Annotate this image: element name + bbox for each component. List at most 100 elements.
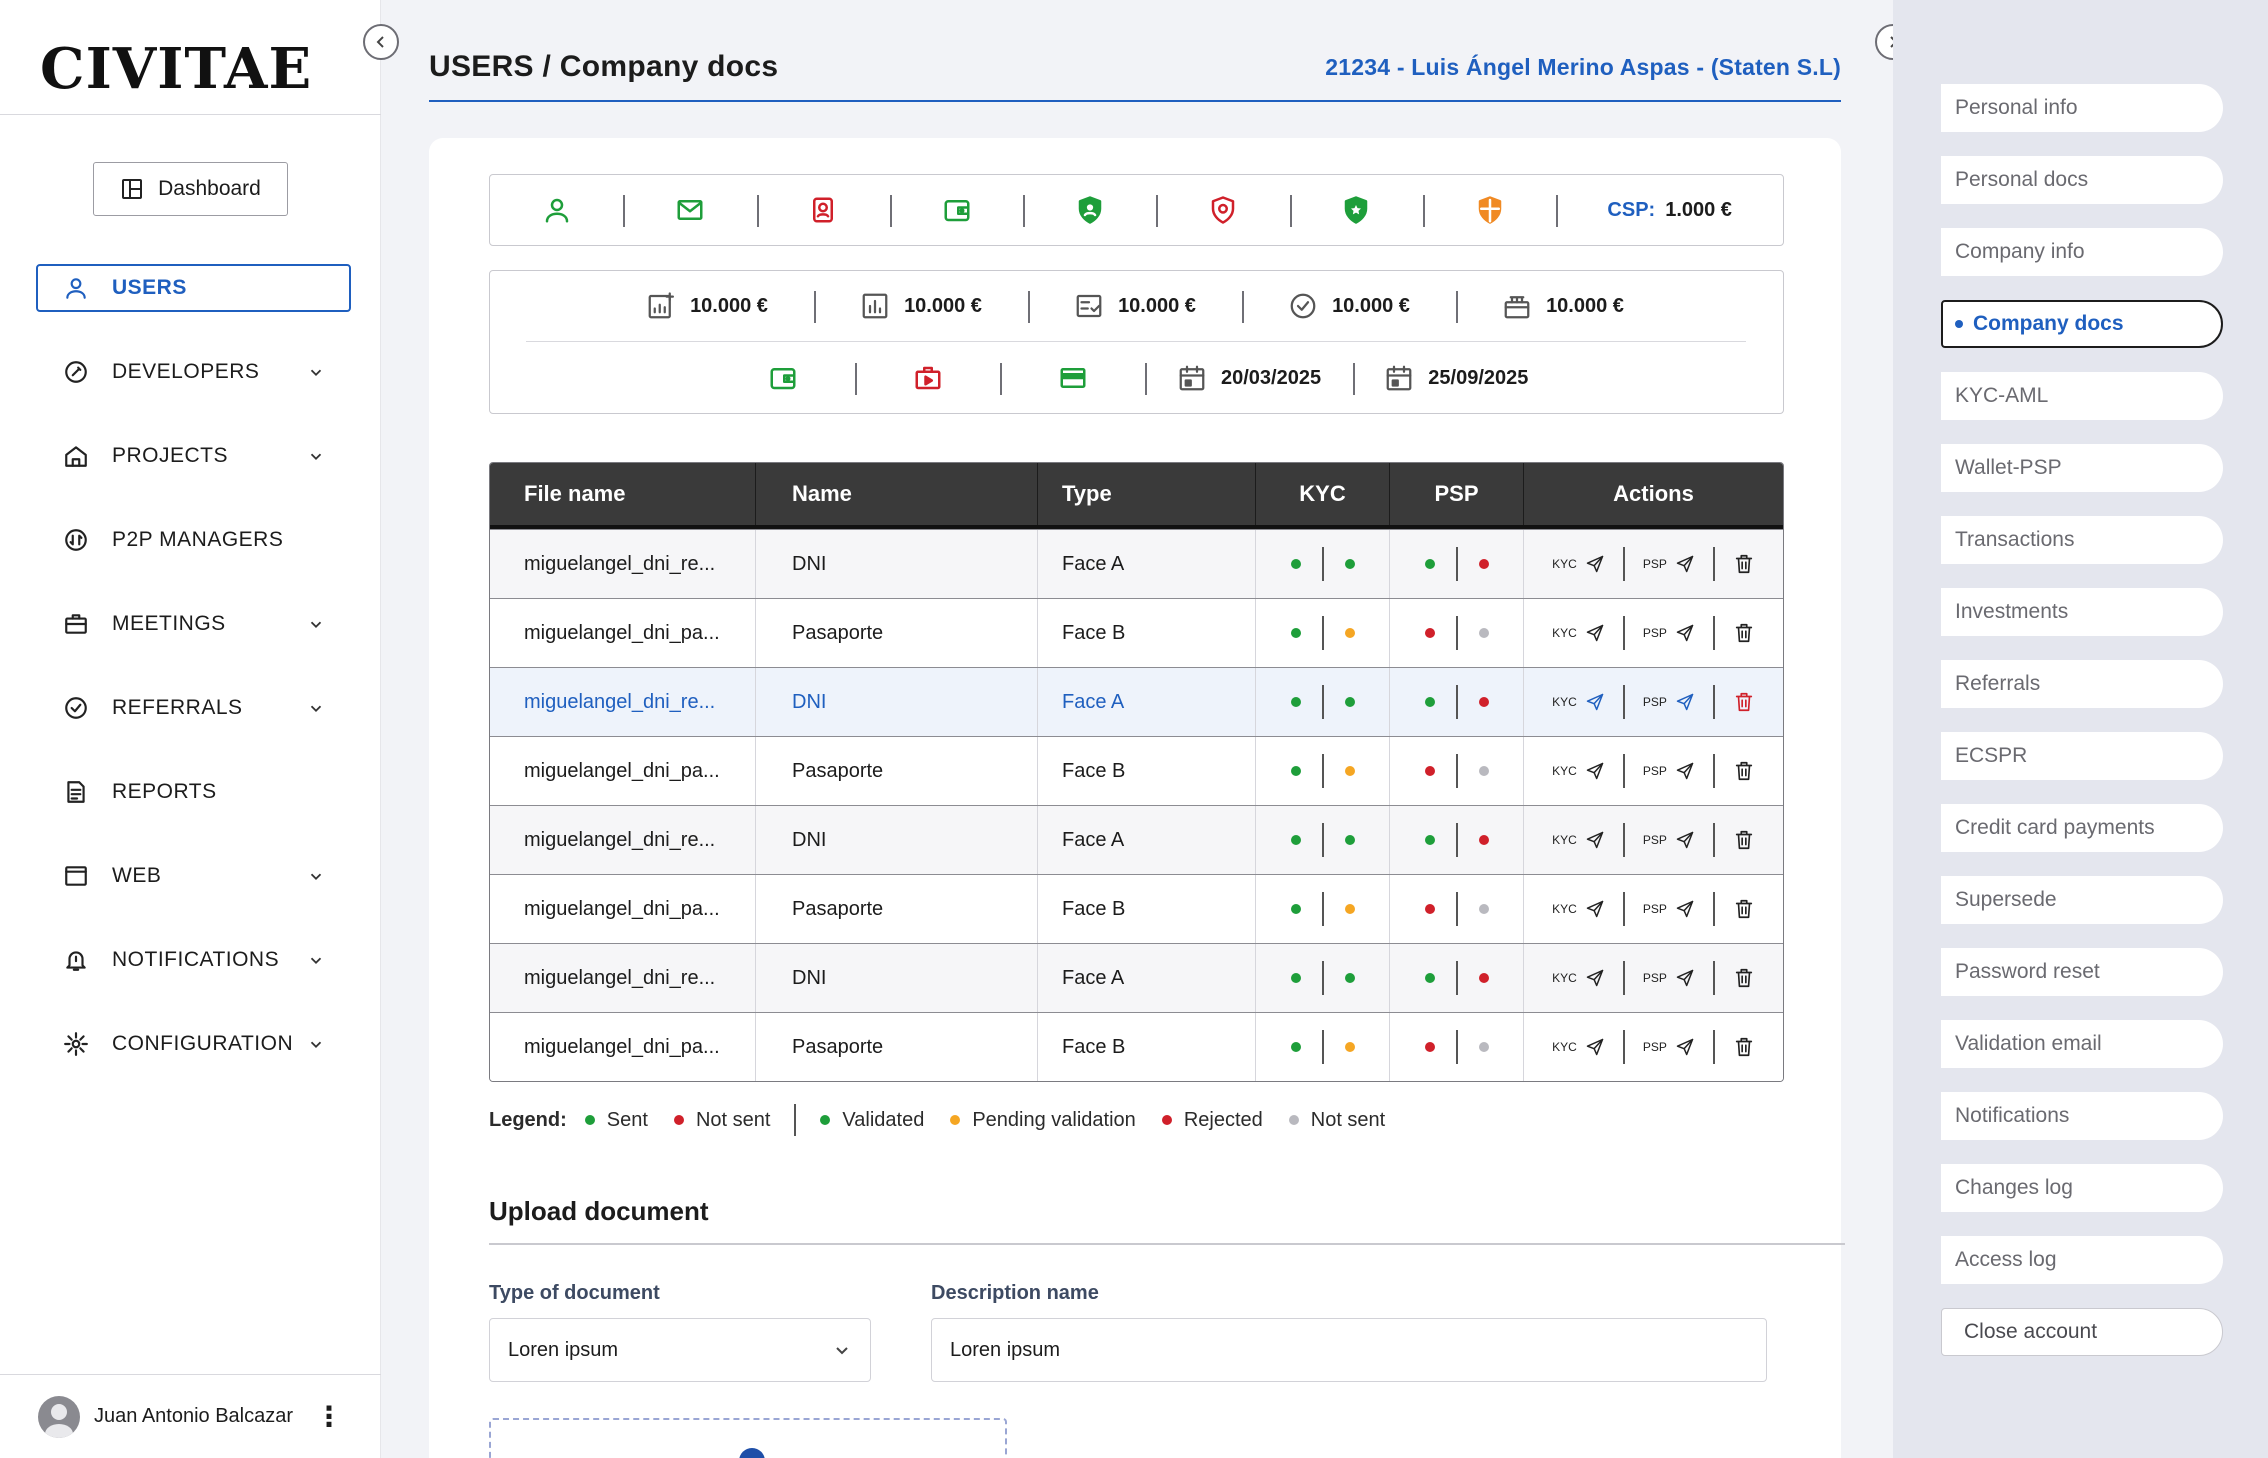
status-cell[interactable]	[1156, 175, 1289, 245]
status-cell[interactable]	[490, 175, 623, 245]
section-password-reset[interactable]: Password reset	[1941, 948, 2223, 996]
current-user[interactable]: Juan Antonio Balcazar ⋮	[0, 1374, 381, 1458]
status-cell[interactable]	[710, 343, 855, 413]
cell-file-name[interactable]: miguelangel_dni_re...	[490, 806, 756, 874]
section-notifications[interactable]: Notifications	[1941, 1092, 2223, 1140]
send-kyc-button[interactable]: KYC	[1534, 692, 1623, 712]
status-cell[interactable]	[855, 343, 1000, 413]
delete-button[interactable]	[1715, 967, 1773, 989]
table-row[interactable]: miguelangel_dni_re... DNI Face A KYC PSP	[490, 805, 1783, 874]
chevron-down-icon[interactable]	[307, 447, 325, 465]
send-psp-button[interactable]: PSP	[1625, 554, 1713, 574]
table-row[interactable]: miguelangel_dni_pa... Pasaporte Face B KYC P…	[490, 1012, 1783, 1081]
section-changes-log[interactable]: Changes log	[1941, 1164, 2223, 1212]
type-of-document-select[interactable]: Loren ipsum	[489, 1318, 871, 1382]
send-kyc-button[interactable]: KYC	[1534, 899, 1623, 919]
delete-button[interactable]	[1715, 622, 1773, 644]
col-type[interactable]: Type	[1038, 463, 1256, 525]
cell-file-name[interactable]: miguelangel_dni_pa...	[490, 1013, 756, 1081]
table-row[interactable]: miguelangel_dni_re... DNI Face A KYC PSP	[490, 943, 1783, 1012]
delete-button[interactable]	[1715, 760, 1773, 782]
file-dropzone[interactable]	[489, 1418, 1007, 1458]
delete-button[interactable]	[1715, 829, 1773, 851]
status-cell[interactable]	[1289, 175, 1423, 245]
table-row[interactable]: miguelangel_dni_re... DNI Face A KYC PSP	[490, 667, 1783, 736]
status-cell[interactable]	[889, 175, 1023, 245]
nav-item-projects[interactable]: PROJECTS	[36, 432, 351, 480]
section-credit-card-payments[interactable]: Credit card payments	[1941, 804, 2223, 852]
section-company-docs[interactable]: Company docs	[1941, 300, 2223, 348]
status-cell[interactable]	[1423, 175, 1556, 245]
send-kyc-button[interactable]: KYC	[1534, 761, 1623, 781]
nav-item-users[interactable]: USERS	[36, 264, 351, 312]
chevron-down-icon[interactable]	[307, 867, 325, 885]
send-kyc-button[interactable]: KYC	[1534, 1037, 1623, 1057]
section-personal-info[interactable]: Personal info	[1941, 84, 2223, 132]
section-investments[interactable]: Investments	[1941, 588, 2223, 636]
send-psp-button[interactable]: PSP	[1625, 1037, 1713, 1057]
cell-file-name[interactable]: miguelangel_dni_pa...	[490, 875, 756, 943]
nav-item-referrals[interactable]: REFERRALS	[36, 684, 351, 732]
section-ecspr[interactable]: ECSPR	[1941, 732, 2223, 780]
nav-item-p2p-managers[interactable]: P2P MANAGERS	[36, 516, 351, 564]
section-referrals[interactable]: Referrals	[1941, 660, 2223, 708]
send-kyc-button[interactable]: KYC	[1534, 623, 1623, 643]
send-psp-button[interactable]: PSP	[1625, 968, 1713, 988]
chevron-down-icon[interactable]	[307, 699, 325, 717]
send-kyc-button[interactable]: KYC	[1534, 968, 1623, 988]
send-psp-button[interactable]: PSP	[1625, 692, 1713, 712]
nav-item-web[interactable]: WEB	[36, 852, 351, 900]
delete-button[interactable]	[1715, 1036, 1773, 1058]
section-supersede[interactable]: Supersede	[1941, 876, 2223, 924]
status-cell[interactable]	[756, 175, 890, 245]
status-cell[interactable]	[1000, 343, 1145, 413]
send-psp-button[interactable]: PSP	[1625, 623, 1713, 643]
section-wallet-psp[interactable]: Wallet-PSP	[1941, 444, 2223, 492]
delete-button[interactable]	[1715, 898, 1773, 920]
status-cell[interactable]	[623, 175, 756, 245]
civitae-logo[interactable]: CIVITAE	[40, 36, 312, 102]
section-personal-docs[interactable]: Personal docs	[1941, 156, 2223, 204]
section-kyc-aml[interactable]: KYC-AML	[1941, 372, 2223, 420]
send-icon	[1586, 1038, 1604, 1056]
delete-button[interactable]	[1715, 553, 1773, 575]
send-psp-button[interactable]: PSP	[1625, 761, 1713, 781]
col-name[interactable]: Name	[756, 463, 1038, 525]
nav-item-reports[interactable]: REPORTS	[36, 768, 351, 816]
dashboard-button[interactable]: Dashboard	[93, 162, 288, 216]
section-company-info[interactable]: Company info	[1941, 228, 2223, 276]
cell-file-name[interactable]: miguelangel_dni_pa...	[490, 599, 756, 667]
section-transactions[interactable]: Transactions	[1941, 516, 2223, 564]
chevron-down-icon[interactable]	[307, 615, 325, 633]
send-kyc-button[interactable]: KYC	[1534, 554, 1623, 574]
cell-file-name[interactable]: miguelangel_dni_re...	[490, 944, 756, 1012]
chevron-down-icon[interactable]	[307, 363, 325, 381]
section-access-log[interactable]: Access log	[1941, 1236, 2223, 1284]
send-kyc-button[interactable]: KYC	[1534, 830, 1623, 850]
close-account-button[interactable]: Close account	[1941, 1308, 2223, 1356]
cell-file-name[interactable]: miguelangel_dni_re...	[490, 668, 756, 736]
nav-item-notifications[interactable]: NOTIFICATIONS	[36, 936, 351, 984]
more-options-icon[interactable]: ⋮	[315, 1402, 343, 1431]
chevron-down-icon[interactable]	[307, 951, 325, 969]
nav-item-developers[interactable]: DEVELOPERS	[36, 348, 351, 396]
col-file-name[interactable]: File name	[490, 463, 756, 525]
cell-file-name[interactable]: miguelangel_dni_re...	[490, 530, 756, 598]
nav-item-configuration[interactable]: CONFIGURATION	[36, 1020, 351, 1068]
send-psp-button[interactable]: PSP	[1625, 899, 1713, 919]
user-reference-link[interactable]: 21234 - Luis Ángel Merino Aspas - (State…	[1325, 54, 1841, 81]
chevron-down-icon[interactable]	[307, 1035, 325, 1053]
col-kyc[interactable]: KYC	[1256, 463, 1390, 525]
section-validation-email[interactable]: Validation email	[1941, 1020, 2223, 1068]
table-row[interactable]: miguelangel_dni_pa... Pasaporte Face B KYC P…	[490, 598, 1783, 667]
table-row[interactable]: miguelangel_dni_pa... Pasaporte Face B KYC P…	[490, 874, 1783, 943]
table-row[interactable]: miguelangel_dni_pa... Pasaporte Face B KYC P…	[490, 736, 1783, 805]
status-cell[interactable]	[1023, 175, 1156, 245]
description-name-input[interactable]: Loren ipsum	[931, 1318, 1767, 1382]
send-psp-button[interactable]: PSP	[1625, 830, 1713, 850]
delete-button[interactable]	[1715, 691, 1773, 713]
cell-file-name[interactable]: miguelangel_dni_pa...	[490, 737, 756, 805]
col-psp[interactable]: PSP	[1390, 463, 1524, 525]
table-row[interactable]: miguelangel_dni_re... DNI Face A KYC PSP	[490, 529, 1783, 598]
nav-item-meetings[interactable]: MEETINGS	[36, 600, 351, 648]
